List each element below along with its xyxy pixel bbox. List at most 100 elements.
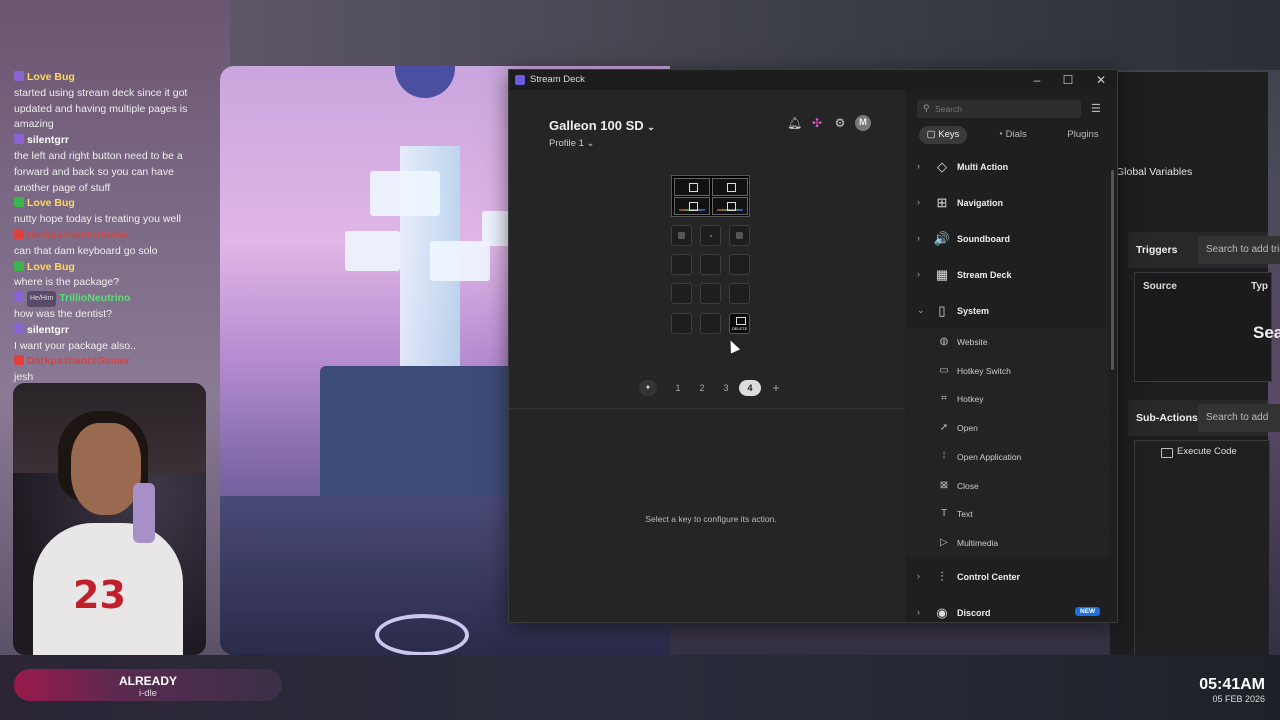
chat-message: can that dam keyboard go solo	[14, 244, 158, 257]
search-icon: ⚲	[923, 103, 930, 113]
song-artist: i-dle	[139, 688, 157, 699]
page-2[interactable]: 2	[693, 380, 711, 396]
chat-message: where is the package?	[14, 276, 120, 289]
action-tabs: ▢ Keys ◔ Dials Plugins	[917, 126, 1111, 144]
chat-username: DarkpashantsGamer	[27, 355, 130, 368]
key[interactable]	[700, 313, 721, 334]
chat-message: nutty hope today is treating you well	[14, 213, 181, 226]
action-label: Open	[957, 423, 978, 434]
chat-message: started using stream deck since it got u…	[14, 86, 188, 131]
tab-plugins[interactable]: Plugins	[1055, 126, 1111, 144]
device-selector[interactable]: Galleon 100 SD ⌄	[549, 118, 655, 133]
chat-username: silentgrr	[27, 134, 70, 147]
badge-icon	[14, 292, 24, 303]
avatar[interactable]: M	[855, 115, 871, 131]
action-item[interactable]: ◍ Website	[905, 328, 1109, 356]
action-label: Hotkey	[957, 394, 984, 405]
key[interactable]	[671, 225, 692, 246]
maximize-icon[interactable]: ☐	[1052, 70, 1084, 90]
action-label: Hotkey Switch	[957, 365, 1011, 376]
page-4[interactable]: 4	[739, 380, 761, 396]
gear-icon[interactable]: ⚙	[833, 116, 847, 130]
category-item[interactable]: › ◉ Discord NEW	[905, 596, 1109, 632]
tab-dials[interactable]: ◔ Dials	[987, 126, 1037, 144]
key[interactable]	[729, 225, 750, 246]
page-1[interactable]: 1	[669, 380, 687, 396]
chat-username: Love Bug	[27, 71, 75, 83]
empty-search-text: Sea	[1253, 323, 1280, 342]
page-selector: ✦ 1 2 3 4 +	[639, 380, 789, 396]
action-icon: ▷	[940, 536, 948, 548]
global-variables-title: Global Variables	[1116, 166, 1193, 178]
category-item[interactable]: › ▦ Stream Deck	[905, 258, 1109, 294]
touch-strip[interactable]	[671, 175, 750, 217]
code-icon	[1161, 448, 1173, 458]
action-item[interactable]: ➚ Open	[905, 414, 1109, 443]
close-icon[interactable]: ✕	[1085, 70, 1117, 90]
action-item[interactable]: ⁞ Open Application	[905, 442, 1109, 471]
action-item[interactable]: ▷ Multimedia	[905, 528, 1109, 557]
chat-username-line: DarkpashantsGamer	[14, 228, 209, 244]
badge-icon	[14, 71, 24, 81]
chevron-right-icon: ›	[917, 269, 920, 279]
key[interactable]	[671, 283, 692, 304]
chat-overlay: Love Bug started using stream deck since …	[14, 70, 209, 386]
category-item[interactable]: › ◇ Multi Action	[905, 150, 1109, 186]
key[interactable]	[700, 225, 721, 246]
strip-slot[interactable]	[674, 178, 710, 196]
new-badge: NEW	[1075, 606, 1101, 616]
key[interactable]	[671, 254, 692, 275]
action-icon: ⌗	[941, 393, 947, 405]
bell-icon[interactable]: 🔔︎	[787, 116, 802, 130]
pin-icon[interactable]: ✦	[639, 380, 657, 396]
clock-time: 05:41AM	[1199, 676, 1265, 693]
action-item[interactable]: ▭ Hotkey Switch	[905, 356, 1109, 385]
col-type: Typ	[1251, 281, 1269, 292]
search-input[interactable]: ⚲ Search	[917, 100, 1081, 118]
minimize-icon[interactable]: –	[1021, 70, 1053, 90]
floating-panel	[370, 171, 440, 216]
chat-username-line: Love Bug	[14, 196, 209, 212]
key[interactable]	[671, 313, 692, 334]
key[interactable]	[700, 283, 721, 304]
delete-key[interactable]: DELETE	[729, 313, 750, 334]
action-icon: ◍	[939, 336, 949, 347]
category-item[interactable]: › 🔊 Soundboard	[905, 222, 1109, 258]
key[interactable]	[729, 254, 750, 275]
category-item[interactable]: › ⫶ Control Center	[905, 560, 1109, 596]
list-view-icon[interactable]: ☰	[1091, 102, 1101, 115]
profile-selector[interactable]: Profile 1 ⌄	[549, 138, 594, 149]
category-label: Navigation	[957, 198, 1004, 208]
triggers-search[interactable]: Search to add trig	[1198, 236, 1280, 264]
subactions-search[interactable]: Search to add	[1198, 404, 1280, 432]
action-label: Text	[957, 509, 973, 520]
action-item[interactable]: ⊠ Close	[905, 471, 1109, 500]
strip-slot[interactable]	[712, 197, 748, 215]
action-item[interactable]: ⌗ Hotkey	[905, 385, 1109, 414]
strip-slot[interactable]	[712, 178, 748, 196]
marketplace-icon[interactable]: ✣	[810, 116, 824, 130]
chat-message: I want your package also..	[14, 339, 136, 352]
category-icon: ▯	[938, 303, 946, 318]
action-label: Close	[957, 480, 979, 491]
microphone	[133, 483, 155, 543]
execute-code-item[interactable]: Execute Code	[1177, 446, 1237, 457]
chat-username: silentgrr	[27, 323, 70, 336]
key[interactable]	[700, 254, 721, 275]
tab-keys[interactable]: ▢ Keys	[919, 126, 967, 144]
category-item[interactable]: › ⊞ Navigation	[905, 186, 1109, 222]
chat-username: Love Bug	[27, 260, 75, 273]
action-item[interactable]: T Text	[905, 500, 1109, 529]
title-bar: Stream Deck – ☐ ✕	[509, 70, 1117, 90]
chevron-down-icon: ⌄	[586, 138, 595, 149]
key[interactable]	[729, 283, 750, 304]
floating-panel	[345, 231, 400, 271]
configure-hint: Select a key to configure its action.	[645, 514, 777, 524]
triggers-table: Source Typ Sea	[1134, 272, 1280, 382]
category-item[interactable]: ⌄ ▯ System	[905, 294, 1109, 330]
add-page-icon[interactable]: +	[767, 380, 785, 396]
page-3[interactable]: 3	[717, 380, 735, 396]
scrollbar[interactable]	[1111, 170, 1114, 370]
chat-username-line: He/Him TrillioNeutrino	[14, 291, 209, 307]
strip-slot[interactable]	[674, 197, 710, 215]
